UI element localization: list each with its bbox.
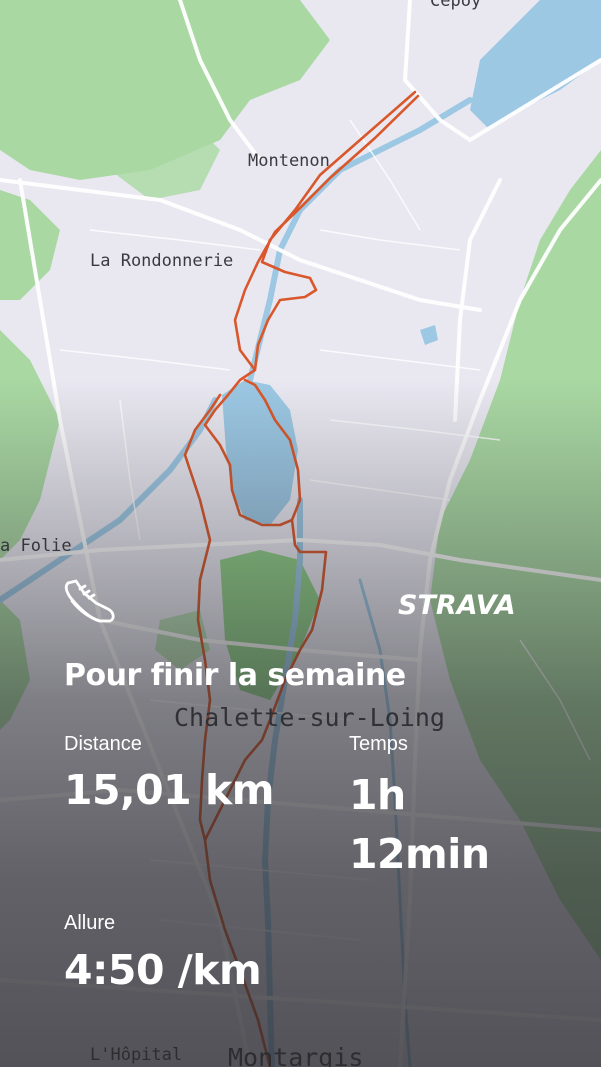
- distance-label: Distance: [64, 733, 142, 755]
- place-label-lhopital: L'Hôpital: [90, 1045, 182, 1065]
- route-map: Cepoy Montenon La Rondonnerie a Folie Ch…: [0, 0, 601, 1067]
- place-label-chalette-sur-loing: Chalette-sur-Loing: [174, 703, 445, 732]
- place-label-montenon: Montenon: [248, 151, 330, 171]
- running-shoe-icon: [64, 579, 115, 623]
- pace-label: Allure: [64, 912, 116, 934]
- time-value: 1h 12min: [349, 771, 490, 878]
- time-label: Temps: [349, 733, 408, 755]
- activity-title: Pour finir la semaine: [64, 658, 406, 693]
- pace-value: 4:50 /km: [64, 946, 262, 994]
- place-label-montargis: Montargis: [228, 1043, 363, 1067]
- strava-logo: STRAVA: [398, 590, 516, 621]
- place-label-la-folie: a Folie: [0, 536, 72, 556]
- place-label-cepoy: Cepoy: [430, 0, 481, 11]
- place-label-la-rondonnerie: La Rondonnerie: [90, 251, 233, 271]
- distance-value: 15,01 km: [64, 766, 274, 814]
